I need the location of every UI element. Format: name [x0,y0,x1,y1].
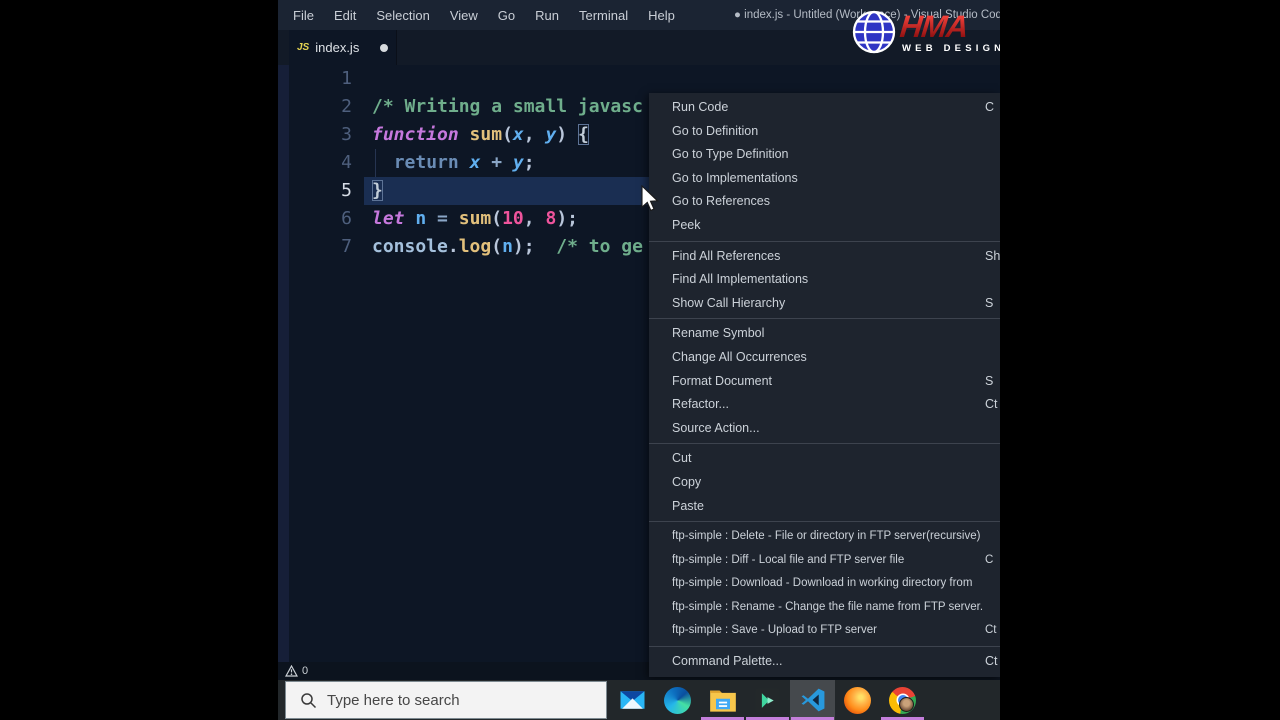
line-content: /* Writing a small javasc [372,96,643,117]
vscode-window: File Edit Selection View Go Run Terminal Help ●… [278,0,1000,720]
line-content: function sum(x, y) { [372,124,589,145]
line-content: let n = sum(10, 8); [372,208,578,229]
menu-separator [649,240,1000,242]
menu-item-command-palette[interactable]: Command Palette... Ct [649,650,1000,674]
menu-go[interactable]: Go [488,0,525,30]
taskbar-filmora[interactable] [745,680,790,720]
menu-item-find-all-references[interactable]: Find All ReferencesShi [649,245,1000,269]
menu-item-ftp-simple-rename-change-the-file-name-f[interactable]: ftp-simple : Rename - Change the file na… [649,596,1000,620]
menu-item-ftp-simple-delete-file-or-directory-in-f[interactable]: ftp-simple : Delete - File or directory … [649,525,1000,549]
menu-item-go-to-type-definition[interactable]: Go to Type Definition [649,143,1000,167]
globe-icon [852,10,896,54]
line-content: console.log(n); /* to ge [372,236,643,257]
taskbar-firefox[interactable] [835,680,880,720]
windows-taskbar: Type here to search [278,680,1000,720]
menu-bar: File Edit Selection View Go Run Terminal Help [278,0,685,30]
warnings-count: 0 [302,665,309,677]
right-black-bar [1000,0,1280,720]
menu-item-refactor[interactable]: Refactor... Ct [649,393,1000,417]
taskbar-chrome[interactable] [880,680,925,720]
shortcut-fragment: Shi [985,248,1000,263]
logo-subtitle-text: WEB DESIGN [902,43,1000,54]
search-placeholder: Type here to search [327,691,460,709]
menu-selection[interactable]: Selection [366,0,439,30]
menu-item-change-all-occurrences[interactable]: Change All Occurrences [649,346,1000,370]
menu-item-ftp-simple-diff-local-file-and-ftp-serve[interactable]: ftp-simple : Diff - Local file and FTP s… [649,549,1000,573]
menu-run[interactable]: Run [525,0,569,30]
code-line-1[interactable]: 1 [278,65,1000,93]
menu-separator [649,443,1000,445]
mail-icon [620,691,645,709]
hma-watermark-logo: HMA WEB DESIGN [850,8,1000,56]
left-black-bar [0,0,278,720]
menu-help[interactable]: Help [638,0,685,30]
vscode-icon [801,688,824,712]
menu-item-go-to-references[interactable]: Go to References [649,190,1000,214]
profile-avatar [899,696,914,712]
taskbar-file-explorer[interactable] [700,680,745,720]
menu-item-ftp-simple-save-upload-to-ftp-server[interactable]: ftp-simple : Save - Upload to FTP server… [649,619,1000,643]
menu-edit[interactable]: Edit [324,0,366,30]
tab-label: index.js [315,40,360,55]
menu-item-peek[interactable]: Peek [649,214,1000,238]
menu-item-source-action[interactable]: Source Action... [649,417,1000,441]
menu-item-paste[interactable]: Paste [649,495,1000,519]
line-content: } [372,180,383,201]
taskbar-mail[interactable] [610,680,655,720]
menu-item-cut[interactable]: Cut [649,447,1000,471]
indent-guide [375,149,376,177]
menu-terminal[interactable]: Terminal [569,0,638,30]
menu-separator [649,521,1000,523]
shortcut-fragment: S [985,295,994,310]
line-number: 4 [341,152,352,173]
mouse-cursor-icon [641,185,659,212]
menu-item-ftp-simple-download-download-in-working-[interactable]: ftp-simple : Download - Download in work… [649,572,1000,596]
menu-view[interactable]: View [440,0,488,30]
shortcut-fragment: Ct [985,654,998,669]
taskbar-search[interactable]: Type here to search [285,681,607,719]
menu-item-find-all-implementations[interactable]: Find All Implementations [649,268,1000,292]
shortcut-fragment: C [985,553,994,566]
menu-item-go-to-implementations[interactable]: Go to Implementations [649,167,1000,191]
menu-item-rename-symbol[interactable]: Rename Symbol [649,322,1000,346]
shortcut-fragment: Ct [985,624,997,637]
line-number: 1 [341,68,352,89]
tab-indexjs[interactable]: JS index.js [289,30,397,65]
shortcut-fragment: Ct [985,397,998,412]
firefox-icon [844,686,871,714]
line-number: 3 [341,124,352,145]
warnings-indicator[interactable]: 0 [285,662,308,680]
line-number: 5 [341,180,352,201]
edge-icon [664,686,691,714]
warning-triangle-icon [285,665,298,677]
modified-dot-icon[interactable] [380,43,388,52]
menu-item-copy[interactable]: Copy [649,471,1000,495]
menu-file[interactable]: File [283,0,324,30]
file-explorer-icon [709,690,736,712]
js-file-icon: JS [297,42,310,53]
menu-separator [649,318,1000,320]
filmora-icon [755,687,780,713]
chrome-icon [889,686,916,714]
line-number: 7 [341,236,352,257]
menu-item-go-to-definition[interactable]: Go to Definition [649,120,1000,144]
menu-item-format-document[interactable]: Format Document S [649,370,1000,394]
taskbar-vscode[interactable] [790,680,835,720]
search-icon [301,692,317,708]
shortcut-fragment: C [985,100,995,114]
line-content: return x + y; [393,152,535,173]
menu-separator [649,646,1000,648]
taskbar-edge[interactable] [655,680,700,720]
menu-item-run-code[interactable]: Run Code C [649,96,1000,120]
shortcut-fragment: S [985,373,994,388]
menu-item-show-call-hierarchy[interactable]: Show Call Hierarchy S [649,292,1000,316]
line-number: 6 [341,208,352,229]
editor-context-menu: Run Code C Go to Definition Go to Type Defi… [649,93,1000,677]
line-number: 2 [341,96,352,117]
logo-brand-text: HMA [898,9,1000,44]
